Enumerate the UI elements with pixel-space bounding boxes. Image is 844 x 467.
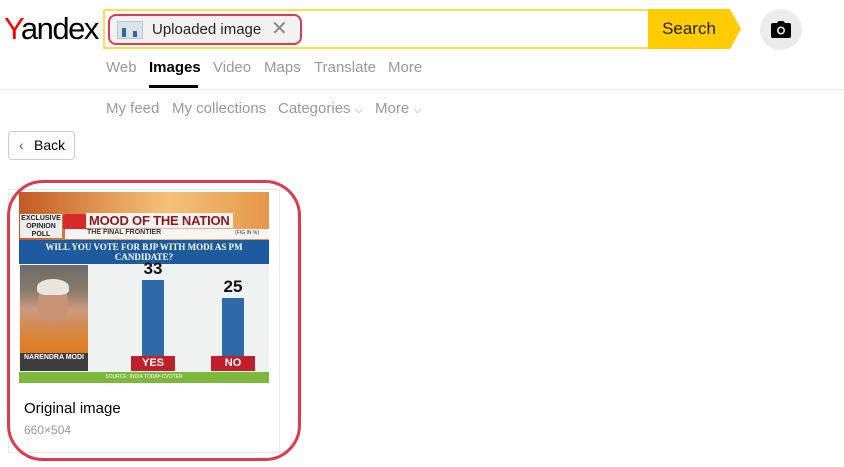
subnav-categories-label: Categories bbox=[278, 100, 351, 117]
subnav-my-feed[interactable]: My feed bbox=[106, 100, 159, 117]
highlight-annotation bbox=[7, 180, 301, 461]
camera-icon[interactable] bbox=[760, 9, 802, 50]
tab-more[interactable]: More bbox=[388, 59, 422, 76]
tab-images[interactable]: Images bbox=[149, 59, 201, 76]
logo-rest: andex bbox=[20, 11, 99, 46]
tab-web[interactable]: Web bbox=[106, 59, 137, 76]
search-button-arrow bbox=[730, 9, 741, 49]
chevron-down-icon: ⌵ bbox=[413, 104, 422, 116]
back-label: Back bbox=[34, 137, 66, 153]
logo-letter-y: Y bbox=[4, 11, 22, 46]
back-button[interactable]: ‹ Back bbox=[8, 131, 75, 160]
chevron-down-icon: ⌵ bbox=[354, 104, 364, 116]
uploaded-image-thumbnail-icon bbox=[117, 21, 143, 39]
header-divider bbox=[0, 89, 844, 90]
search-button[interactable]: Search bbox=[648, 9, 730, 49]
subnav-my-collections[interactable]: My collections bbox=[172, 100, 266, 117]
yandex-logo[interactable]: Yandex bbox=[4, 9, 99, 49]
tab-maps[interactable]: Maps bbox=[264, 59, 301, 76]
chip-label: Uploaded image bbox=[152, 21, 262, 38]
tab-video[interactable]: Video bbox=[213, 59, 251, 76]
uploaded-image-chip[interactable]: Uploaded image ✕ bbox=[108, 14, 302, 45]
result-title[interactable]: Original image bbox=[24, 400, 121, 417]
active-tab-underline bbox=[149, 85, 198, 88]
subnav-more[interactable]: More ⌵ bbox=[375, 100, 422, 117]
subnav-more-label: More bbox=[375, 100, 410, 117]
close-icon[interactable]: ✕ bbox=[271, 17, 288, 41]
chevron-left-icon: ‹ bbox=[19, 137, 24, 153]
result-dimensions: 660×504 bbox=[24, 423, 72, 437]
tab-translate[interactable]: Translate bbox=[314, 59, 376, 76]
subnav-categories[interactable]: Categories ⌵ bbox=[278, 100, 363, 117]
